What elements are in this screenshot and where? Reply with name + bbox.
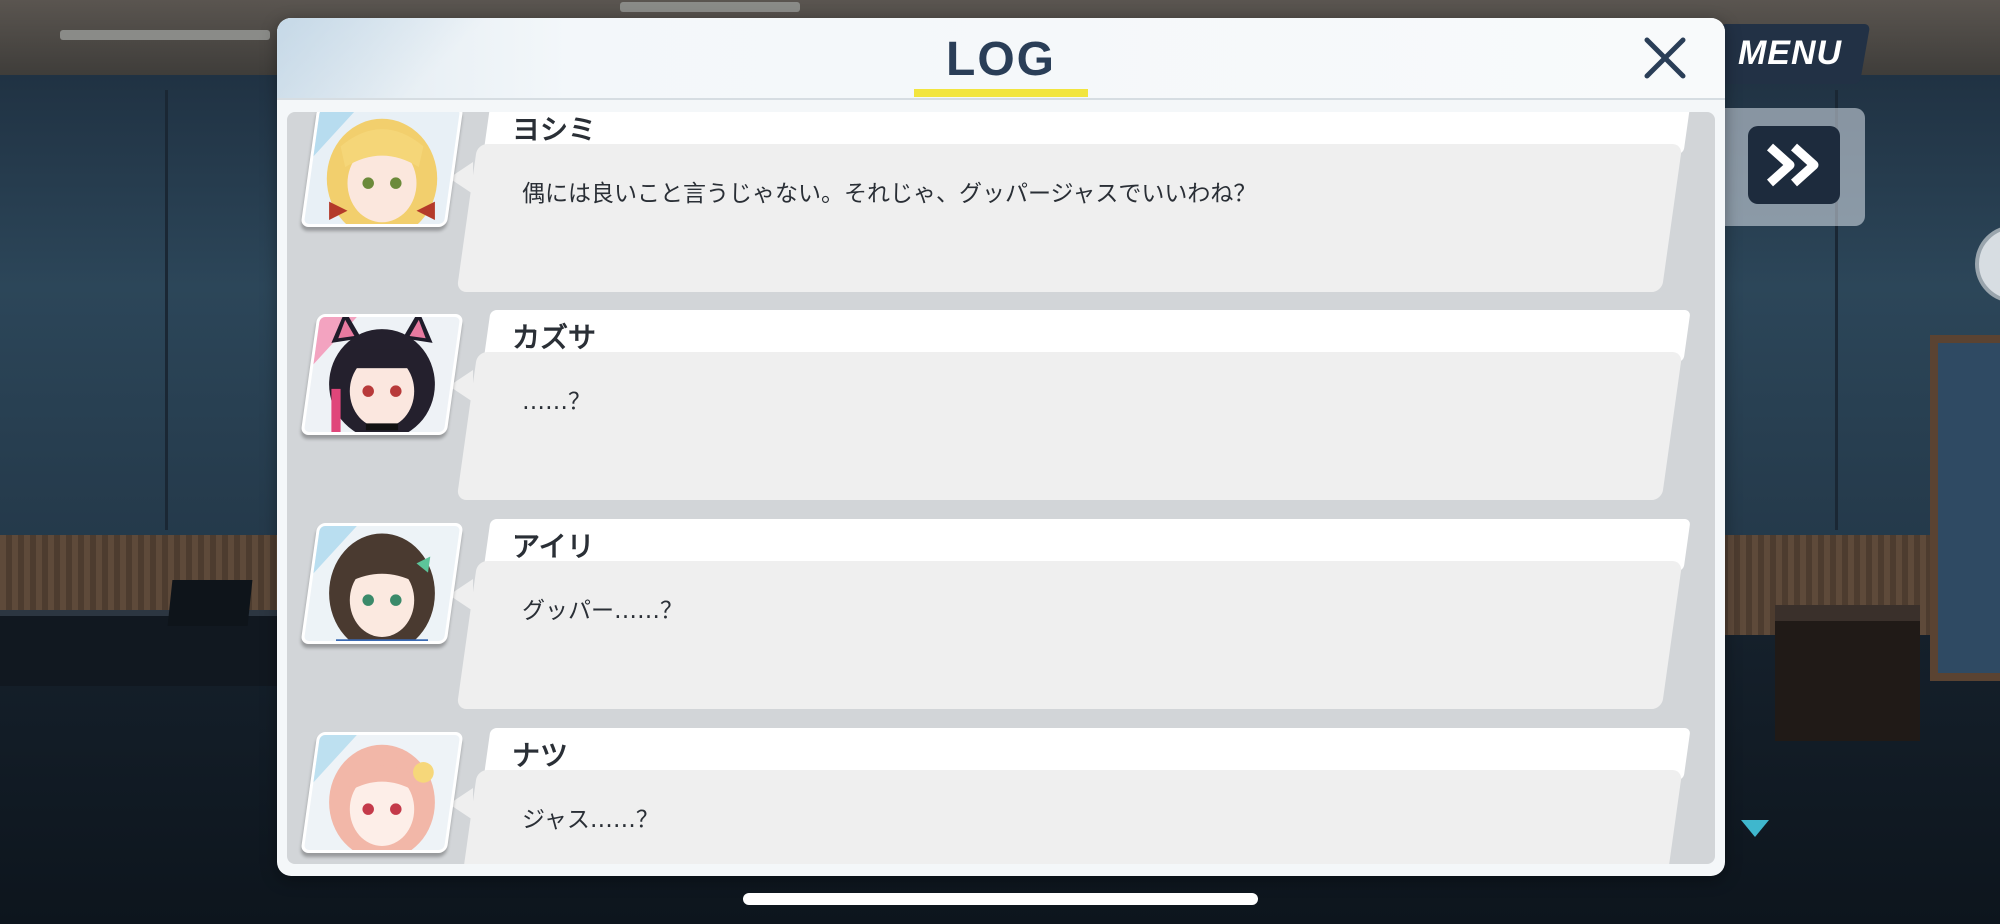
title-underline <box>914 89 1088 97</box>
fast-forward-icon <box>1766 143 1819 187</box>
character-portrait <box>301 314 463 435</box>
speaker-name: ヨシミ <box>512 113 597 146</box>
amplifier <box>1775 605 1920 741</box>
ceiling-light <box>620 2 800 12</box>
natsu-avatar <box>300 732 464 853</box>
character-portrait <box>301 523 463 644</box>
ceiling-light <box>60 30 270 40</box>
log-entry: アイリ グッパー……？ <box>287 519 1715 719</box>
speaker-name: ナツ <box>512 739 569 772</box>
fast-forward-button[interactable] <box>1748 126 1840 204</box>
kazusa-avatar <box>300 314 464 435</box>
message-text: グッパー……？ <box>522 598 683 624</box>
message-bubble <box>456 352 1683 500</box>
message-text: ……？ <box>522 389 591 415</box>
log-entry: カズサ ……？ <box>287 310 1715 510</box>
home-indicator[interactable] <box>743 893 1258 905</box>
menu-button-label[interactable]: MENU <box>1735 34 1845 73</box>
speaker-name: カズサ <box>512 321 597 354</box>
door <box>1930 335 2000 681</box>
log-title: LOG <box>946 33 1056 86</box>
message-bubble <box>456 144 1683 292</box>
airi-avatar <box>300 523 464 644</box>
log-header: LOG <box>277 18 1725 100</box>
character-portrait <box>301 732 463 853</box>
wall-panel <box>165 90 168 530</box>
character-portrait <box>301 112 463 227</box>
log-list[interactable]: ヨシミ 偶には良いこと言うじゃない。それじゃ、グッパージャスでいいわね？ カズサ… <box>287 112 1715 864</box>
message-bubble <box>456 561 1683 709</box>
speaker-name: アイリ <box>512 530 595 563</box>
close-button[interactable] <box>1637 30 1693 86</box>
message-text: ジャス……？ <box>522 807 659 833</box>
yoshimi-avatar <box>300 112 464 227</box>
log-entry: ヨシミ 偶には良いこと言うじゃない。それじゃ、グッパージャスでいいわね？ <box>287 112 1715 302</box>
scroll-down-triangle-icon[interactable] <box>1741 820 1769 837</box>
header-decoration <box>277 18 497 98</box>
log-entry: ナツ ジャス……？ <box>287 728 1715 864</box>
message-text: 偶には良いこと言うじゃない。それじゃ、グッパージャスでいいわね？ <box>522 181 1257 207</box>
close-x-icon <box>1644 37 1686 79</box>
music-stand <box>167 580 253 626</box>
log-modal: LOG ヨシミ 偶には良いこと言うじゃない。それじゃ、グッパージャスでいいわね？ <box>277 18 1725 876</box>
